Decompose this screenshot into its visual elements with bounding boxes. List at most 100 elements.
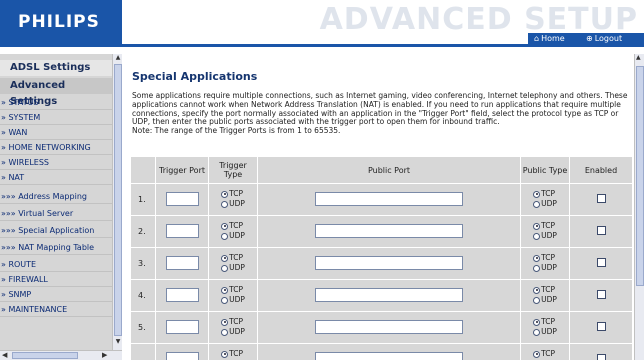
udp-label: UDP — [229, 263, 245, 273]
scroll-down-icon[interactable]: ▼ — [114, 338, 122, 347]
sidebar: ADSL Settings Advanced Settings » STATUS… — [0, 54, 122, 360]
sidebar-item-nat[interactable]: » NAT — [0, 170, 112, 185]
public-type-udp-radio[interactable]: UDP — [533, 231, 557, 241]
public-type-udp-radio[interactable]: UDP — [533, 327, 557, 337]
public-port-input[interactable] — [315, 191, 463, 206]
public-type-udp-radio[interactable]: UDP — [533, 295, 557, 305]
trigger-type-tcp-radio[interactable]: TCP — [221, 253, 245, 263]
public-type-cell: TCP UDP — [521, 312, 569, 343]
banner-title: ADVANCED SETUP — [319, 2, 638, 37]
scroll-right-icon[interactable]: ▶ — [102, 351, 107, 359]
tcp-label: TCP — [541, 189, 555, 199]
logout-icon: ⊕ — [586, 34, 593, 43]
row-number: 2. — [131, 216, 155, 247]
sidebar-item-address-mapping[interactable]: »»» Address Mapping — [0, 189, 112, 204]
scroll-up-icon[interactable]: ▲ — [636, 54, 641, 61]
enabled-checkbox[interactable] — [596, 226, 606, 235]
public-type-tcp-radio[interactable]: TCP — [533, 317, 557, 327]
public-type-udp-radio[interactable]: UDP — [533, 263, 557, 273]
enabled-checkbox[interactable] — [596, 322, 606, 331]
sidebar-hscroll-thumb[interactable] — [12, 352, 78, 359]
enabled-cell — [570, 344, 632, 360]
sidebar-horizontal-scrollbar[interactable]: ◀ ▶ — [0, 350, 122, 360]
enabled-checkbox[interactable] — [596, 354, 606, 360]
sidebar-vertical-scrollbar[interactable]: ▲ ▼ — [112, 54, 122, 350]
sidebar-item-snmp[interactable]: » SNMP — [0, 287, 112, 302]
sidebar-item-wan[interactable]: » WAN — [0, 125, 112, 140]
radio-unselected-icon — [221, 232, 229, 240]
tcp-label: TCP — [541, 221, 555, 231]
logout-link[interactable]: ⊕ Logout — [586, 34, 622, 43]
table-row: 5. TCP UDP TCP UDP — [131, 312, 632, 343]
trigger-type-tcp-radio[interactable]: TCP — [221, 221, 245, 231]
trigger-port-input[interactable] — [165, 255, 199, 270]
radio-unselected-icon — [533, 232, 541, 240]
udp-label: UDP — [541, 231, 557, 241]
home-link[interactable]: ⌂ Home — [534, 34, 565, 43]
radio-selected-icon — [533, 222, 541, 230]
trigger-type-udp-radio[interactable]: UDP — [221, 327, 245, 337]
public-type-tcp-radio[interactable]: TCP — [533, 189, 557, 199]
sidebar-item-system[interactable]: » SYSTEM — [0, 110, 112, 125]
radio-unselected-icon — [533, 328, 541, 336]
trigger-type-tcp-radio[interactable]: TCP — [221, 285, 245, 295]
enabled-checkbox[interactable] — [596, 290, 606, 299]
trigger-type-tcp-radio[interactable]: TCP — [221, 349, 245, 359]
sidebar-item-route[interactable]: » ROUTE — [0, 257, 112, 272]
enabled-cell — [570, 280, 632, 311]
sidebar-item-firewall[interactable]: » FIREWALL — [0, 272, 112, 287]
trigger-type-udp-radio[interactable]: UDP — [221, 199, 245, 209]
sidebar-item-home-networking[interactable]: » HOME NETWORKING — [0, 140, 112, 155]
content-vertical-scrollbar[interactable]: ▲ — [634, 54, 644, 360]
sidebar-scroll-thumb[interactable] — [114, 64, 122, 336]
trigger-type-udp-radio[interactable]: UDP — [221, 231, 245, 241]
radio-selected-icon — [221, 222, 229, 230]
trigger-port-input[interactable] — [165, 319, 199, 334]
trigger-port-cell — [156, 344, 208, 360]
radio-selected-icon — [221, 318, 229, 326]
public-port-input[interactable] — [315, 351, 463, 360]
enabled-checkbox[interactable] — [596, 194, 606, 203]
trigger-type-tcp-radio[interactable]: TCP — [221, 317, 245, 327]
sidebar-section-advanced-settings[interactable]: Advanced Settings — [0, 78, 112, 107]
sidebar-item-special-application[interactable]: »»» Special Application — [0, 223, 112, 238]
table-row: 2. TCP UDP TCP UDP — [131, 216, 632, 247]
public-type-tcp-radio[interactable]: TCP — [533, 221, 557, 231]
trigger-port-input[interactable] — [165, 223, 199, 238]
public-type-tcp-radio[interactable]: TCP — [533, 285, 557, 295]
public-port-input[interactable] — [315, 255, 463, 270]
trigger-port-input[interactable] — [165, 287, 199, 302]
trigger-type-tcp-radio[interactable]: TCP — [221, 189, 245, 199]
enabled-checkbox[interactable] — [596, 258, 606, 267]
trigger-port-input[interactable] — [165, 351, 199, 360]
radio-unselected-icon — [533, 264, 541, 272]
sidebar-item-maintenance[interactable]: » MAINTENANCE — [0, 302, 112, 317]
sidebar-item-wireless[interactable]: » WIRELESS — [0, 155, 112, 170]
trigger-type-cell: TCP UDP — [209, 312, 257, 343]
sidebar-item-nat-mapping-table[interactable]: »»» NAT Mapping Table — [0, 240, 112, 255]
column-header-public-type: Public Type — [521, 157, 569, 183]
public-type-tcp-radio[interactable]: TCP — [533, 253, 557, 263]
trigger-port-cell — [156, 312, 208, 343]
content-scroll-thumb[interactable] — [636, 66, 644, 286]
scroll-up-icon[interactable]: ▲ — [114, 54, 122, 63]
trigger-type-udp-radio[interactable]: UDP — [221, 263, 245, 273]
trigger-port-input[interactable] — [165, 191, 199, 206]
public-type-tcp-radio[interactable]: TCP — [533, 349, 557, 359]
sidebar-item-status[interactable]: » STATUS — [0, 95, 112, 110]
public-port-input[interactable] — [315, 287, 463, 302]
sidebar-section-adsl-settings[interactable]: ADSL Settings — [0, 60, 112, 76]
public-port-input[interactable] — [315, 223, 463, 238]
page-description: Some applications require multiple conne… — [132, 91, 632, 136]
sidebar-item-virtual-server[interactable]: »»» Virtual Server — [0, 206, 112, 221]
radio-selected-icon — [533, 254, 541, 262]
column-header-enabled: Enabled — [570, 157, 632, 183]
public-port-input[interactable] — [315, 319, 463, 334]
page-title: Special Applications — [132, 70, 258, 83]
home-icon: ⌂ — [534, 34, 540, 43]
scroll-left-icon[interactable]: ◀ — [2, 351, 7, 359]
public-type-udp-radio[interactable]: UDP — [533, 199, 557, 209]
trigger-type-udp-radio[interactable]: UDP — [221, 295, 245, 305]
public-port-cell — [258, 248, 520, 279]
logo-text: PHILIPS — [18, 12, 100, 32]
